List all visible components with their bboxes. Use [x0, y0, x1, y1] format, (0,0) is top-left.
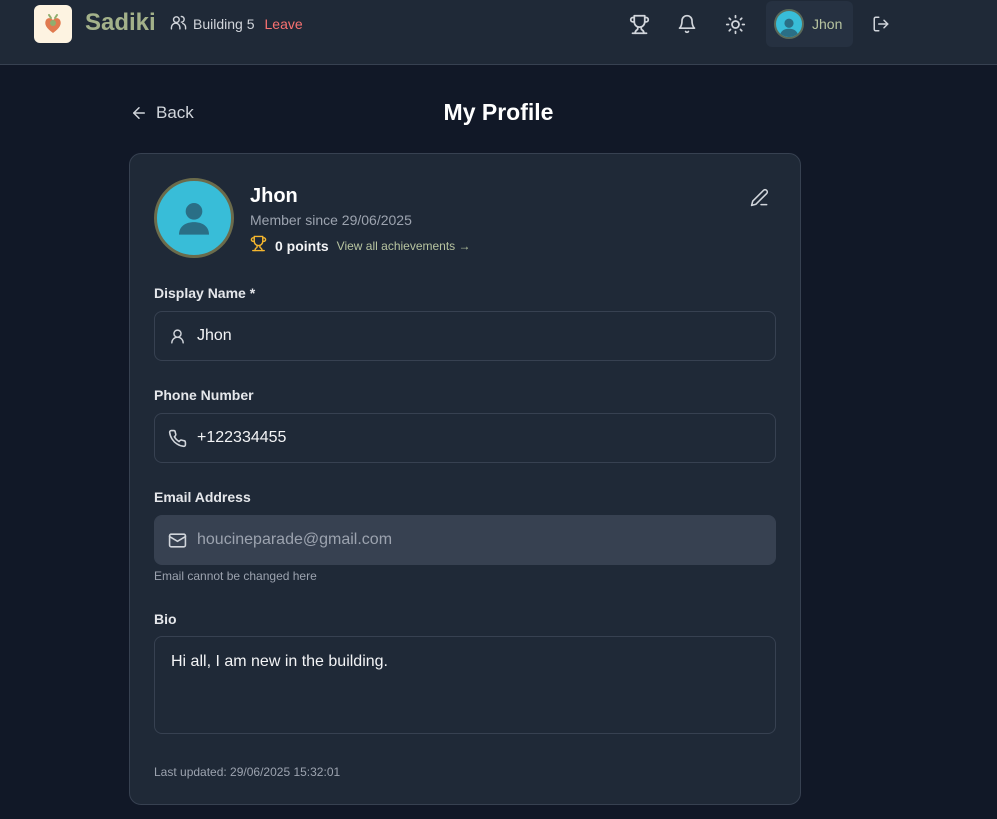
edit-profile-button[interactable]	[748, 186, 770, 208]
profile-name: Jhon	[250, 185, 298, 207]
display-name-field[interactable]: Jhon	[154, 311, 776, 361]
building-name: Building 5	[193, 16, 255, 32]
member-since: Member since 29/06/2025	[250, 212, 412, 228]
pencil-icon	[750, 188, 768, 206]
phone-label: Phone Number	[154, 387, 254, 403]
email-hint: Email cannot be changed here	[154, 569, 317, 583]
last-updated: Last updated: 29/06/2025 15:32:01	[154, 765, 341, 779]
email-value: houcineparade@gmail.com	[197, 531, 393, 548]
display-name-label: Display Name *	[154, 285, 256, 301]
email-label: Email Address	[154, 489, 251, 505]
mail-icon	[167, 530, 187, 550]
logo-icon	[45, 14, 61, 33]
profile-card: Jhon Member since 29/06/2025 0 points Vi…	[129, 153, 801, 805]
phone-value: +122334455	[197, 429, 287, 446]
bio-value: Hi all, I am new in the building.	[171, 653, 388, 670]
points-count: 0 points	[275, 238, 329, 254]
email-field: houcineparade@gmail.com	[154, 515, 776, 565]
building-indicator: Building 5 Leave	[170, 15, 303, 33]
trophy-icon	[250, 235, 267, 257]
logout-icon[interactable]	[870, 13, 892, 35]
user-silhouette-icon	[779, 18, 799, 37]
phone-icon	[167, 428, 187, 448]
profile-avatar[interactable]	[154, 178, 234, 258]
user-icon	[167, 326, 187, 346]
brand-name: Sadiki	[85, 9, 156, 36]
phone-field[interactable]: +122334455	[154, 413, 776, 463]
bio-label: Bio	[154, 611, 177, 627]
top-navbar: Sadiki Building 5 Leave Jhon	[0, 0, 997, 65]
user-silhouette-icon	[179, 203, 209, 235]
page-title: My Profile	[443, 99, 554, 125]
leave-building-link[interactable]: Leave	[265, 16, 303, 32]
display-name-value: Jhon	[197, 327, 232, 344]
bell-icon[interactable]	[676, 13, 698, 35]
trophy-icon[interactable]	[628, 13, 650, 35]
user-menu-button[interactable]: Jhon	[766, 1, 853, 47]
avatar	[774, 9, 804, 39]
users-icon	[170, 14, 187, 34]
points-row: 0 points View all achievements →	[250, 235, 471, 257]
sun-icon[interactable]	[724, 13, 746, 35]
app-logo[interactable]	[34, 5, 72, 43]
view-achievements-link[interactable]: View all achievements →	[337, 239, 471, 253]
bio-textarea[interactable]: Hi all, I am new in the building.	[154, 636, 776, 734]
user-name: Jhon	[812, 16, 843, 32]
